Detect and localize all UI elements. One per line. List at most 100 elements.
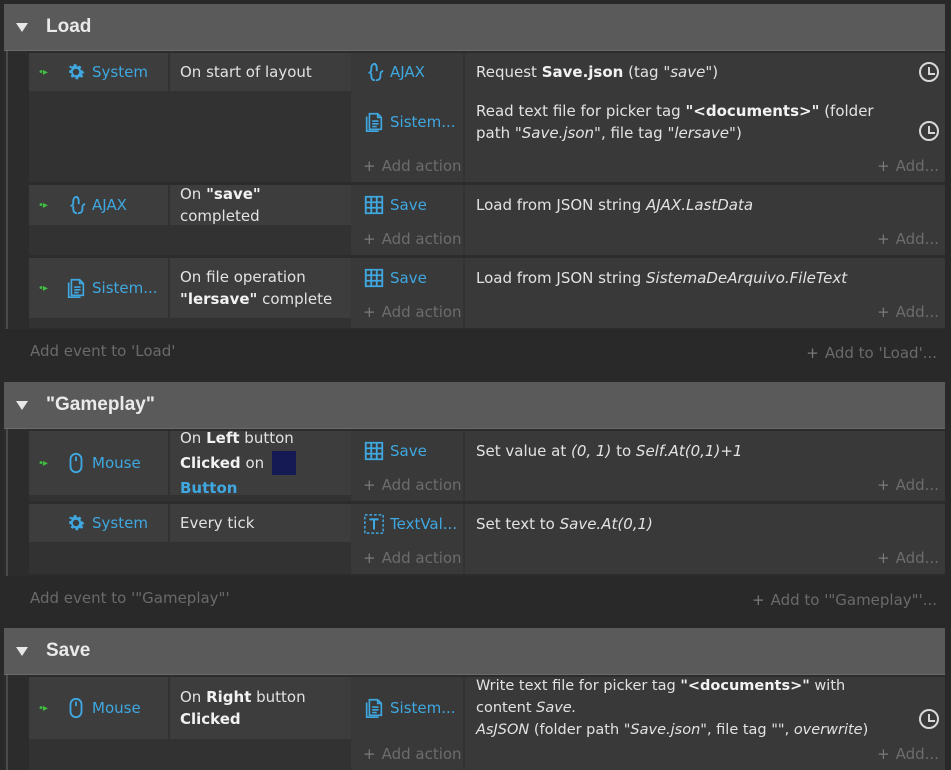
condition-text[interactable]: On "save" completed (170, 185, 351, 225)
add-action-label: Add action (381, 230, 462, 248)
group-header-save[interactable]: Save (4, 628, 945, 675)
condition-text[interactable]: On Left button Clicked on Button (170, 429, 351, 497)
add-action-button[interactable]: + Add action (363, 303, 462, 321)
action-text-inline: Set value at (0, 1) to Self.At(0,1)+1 (476, 440, 742, 462)
action-row[interactable]: Sistem... Read text file for picker tag … (353, 93, 945, 151)
condition[interactable]: System Every tick (29, 504, 351, 542)
event-row[interactable]: •▸ AJAX On "save" completed Save Load fr… (29, 185, 945, 255)
condition[interactable]: •▸ Mouse On Left button Clicked on Button (29, 429, 351, 497)
event-row[interactable]: System Every tick TextVal... Set text to… (29, 504, 945, 574)
action-text-inline: Read text file for picker tag "<document… (476, 100, 904, 144)
event-row[interactable]: •▸ Mouse On Right button Clicked Sistem..… (29, 677, 945, 770)
action-object[interactable]: TextVal... (353, 504, 463, 544)
action-row[interactable]: Save Load from JSON string SistemaDeArqu… (353, 258, 945, 298)
action-text-bold: "<documents>" (680, 678, 810, 694)
condition-text-part: completed (180, 207, 260, 225)
add-button[interactable]: + Add... (877, 157, 939, 175)
action-row[interactable]: Sistem... Write text file for picker tag… (353, 677, 945, 739)
collapse-triangle-icon[interactable] (16, 646, 28, 656)
add-action-row[interactable]: + Add action + Add... (353, 741, 945, 767)
add-button[interactable]: + Add... (877, 549, 939, 567)
add-action-button[interactable]: + Add action (363, 230, 462, 248)
action-object[interactable]: AJAX (353, 53, 463, 91)
action-text-inline: Set text to Save.At(0,1) (476, 513, 653, 535)
action-text[interactable]: Write text file for picker tag "<documen… (465, 677, 915, 739)
condition-text[interactable]: On start of layout (170, 53, 351, 91)
condition[interactable]: •▸ System On start of layout (29, 53, 351, 91)
event-row[interactable]: •▸ Sistem... On file operation "lersave" … (29, 258, 945, 328)
text-value-icon (364, 514, 384, 534)
condition[interactable]: •▸ Sistem... On file operation "lersave" … (29, 258, 351, 318)
plus-icon: + (363, 230, 376, 248)
add-action-button[interactable]: + Add action (363, 157, 462, 175)
action-object[interactable]: Save (353, 185, 463, 225)
event-row[interactable]: •▸ System On start of layout AJAX Reques… (29, 53, 945, 182)
condition[interactable]: •▸ Mouse On Right button Clicked (29, 677, 351, 739)
action-object[interactable]: Save (353, 431, 463, 471)
group-header-gameplay[interactable]: "Gameplay" (4, 382, 945, 429)
array-grid-icon (364, 441, 384, 461)
wait-clock-icon (919, 62, 939, 82)
add-action-button[interactable]: + Add action (363, 476, 462, 494)
collapse-triangle-icon[interactable] (16, 400, 28, 410)
condition-object[interactable]: •▸ AJAX (29, 185, 168, 225)
condition-object[interactable]: •▸ Sistem... (29, 258, 168, 318)
action-row[interactable]: Save Load from JSON string AJAX.LastData (353, 185, 945, 225)
action-object[interactable]: Save (353, 258, 463, 298)
add-action-row[interactable]: + Add action + Add... (353, 473, 945, 499)
action-text-bold: "<documents>" (685, 102, 820, 120)
action-text[interactable]: Request Save.json (tag "save") (465, 53, 915, 91)
action-text[interactable]: Load from JSON string SistemaDeArquivo.F… (465, 258, 915, 298)
action-object[interactable]: Sistem... (353, 93, 463, 151)
condition-text[interactable]: On Right button Clicked (170, 677, 351, 739)
event-row[interactable]: •▸ Mouse On Left button Clicked on Button… (29, 429, 945, 501)
condition-text-part: complete (257, 290, 333, 308)
actions-area: AJAX Request Save.json (tag "save") Sist… (353, 53, 945, 182)
add-event-link[interactable]: Add event to 'Load' (30, 342, 175, 360)
action-text-italic: Save. (536, 700, 577, 716)
action-text[interactable]: Set text to Save.At(0,1) (465, 504, 915, 544)
actions-area: Save Set value at (0, 1) to Self.At(0,1)… (353, 431, 945, 501)
ajax-icon (368, 62, 384, 82)
add-event-link[interactable]: Add event to '"Gameplay"' (30, 589, 230, 607)
add-action-button[interactable]: + Add action (363, 745, 462, 763)
action-row[interactable]: Save Set value at (0, 1) to Self.At(0,1)… (353, 431, 945, 471)
add-button[interactable]: + Add... (877, 230, 939, 248)
action-text[interactable]: Load from JSON string AJAX.LastData (465, 185, 915, 225)
condition-object[interactable]: System (29, 504, 168, 542)
object-name: Mouse (92, 454, 141, 472)
plus-icon: + (363, 745, 376, 763)
add-button[interactable]: + Add... (877, 745, 939, 763)
add-to-group-button[interactable]: + Add to '"Gameplay"'... (752, 591, 937, 609)
condition-object[interactable]: •▸ Mouse (29, 677, 168, 739)
add-action-row[interactable]: + Add action + Add... (353, 227, 945, 253)
group-header-load[interactable]: Load (4, 4, 945, 51)
condition-object[interactable]: •▸ System (29, 53, 168, 91)
action-row[interactable]: TextVal... Set text to Save.At(0,1) (353, 504, 945, 544)
collapse-triangle-icon[interactable] (16, 22, 28, 32)
add-button[interactable]: + Add... (877, 476, 939, 494)
condition-object[interactable]: •▸ Mouse (29, 431, 168, 495)
add-action-row[interactable]: + Add action + Add... (353, 154, 945, 180)
add-action-label: Add action (381, 476, 462, 494)
condition-text-bold: Right (206, 688, 252, 706)
condition-text[interactable]: Every tick (170, 504, 351, 542)
add-action-row[interactable]: + Add action + Add... (353, 546, 945, 572)
action-text-italic: overwrite (793, 722, 863, 738)
condition[interactable]: •▸ AJAX On "save" completed (29, 185, 351, 225)
add-to-group-button[interactable]: + Add to 'Load'... (806, 344, 937, 362)
add-action-row[interactable]: + Add action + Add... (353, 300, 945, 326)
add-button[interactable]: + Add... (877, 303, 939, 321)
ajax-icon (70, 195, 86, 215)
add-action-button[interactable]: + Add action (363, 549, 462, 567)
condition-text[interactable]: On file operation "lersave" complete (170, 258, 351, 318)
action-row[interactable]: AJAX Request Save.json (tag "save") (353, 53, 945, 91)
action-text[interactable]: Read text file for picker tag "<document… (465, 93, 915, 151)
file-system-icon (365, 112, 383, 132)
add-to-group-label: Add to 'Load'... (824, 344, 937, 362)
add-label: Add... (895, 157, 939, 175)
group-indent-bar (6, 51, 8, 329)
condition-text-part: On (180, 185, 207, 203)
action-text[interactable]: Set value at (0, 1) to Self.At(0,1)+1 (465, 431, 915, 471)
action-object[interactable]: Sistem... (353, 677, 463, 739)
